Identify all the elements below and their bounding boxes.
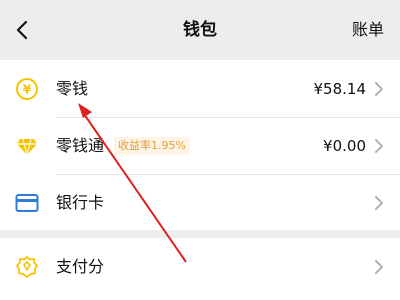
row-change[interactable]: ¥ 零钱 ¥58.14 <box>0 60 400 117</box>
chevron-right-icon <box>374 195 384 211</box>
row-change-pass[interactable]: 零钱通 收益率1.95% ¥0.00 <box>0 117 400 174</box>
row-label: 银行卡 <box>56 192 105 212</box>
row-pay-score[interactable]: 支付分 <box>0 238 400 295</box>
svg-text:¥: ¥ <box>23 82 32 96</box>
bill-button[interactable]: 账单 <box>352 0 384 60</box>
badge-score-icon <box>14 254 40 280</box>
wallet-screen: 钱包 账单 ¥ 零钱 ¥58.14 零钱通 收益率1.95% ¥0.00 银行卡… <box>0 0 400 300</box>
row-label: 零钱通 <box>56 135 105 155</box>
bank-card-icon <box>14 190 40 216</box>
wallet-group-main: ¥ 零钱 ¥58.14 零钱通 收益率1.95% ¥0.00 银行卡 <box>0 60 400 230</box>
top-navbar: 钱包 账单 <box>0 0 400 60</box>
chevron-right-icon <box>374 259 384 275</box>
wallet-group-score: 支付分 <box>0 238 400 300</box>
row-bank-card[interactable]: 银行卡 <box>0 174 400 231</box>
chevron-right-icon <box>374 138 384 154</box>
row-label: 支付分 <box>56 256 105 276</box>
chevron-right-icon <box>374 81 384 97</box>
row-label: 零钱 <box>56 78 89 98</box>
page-title: 钱包 <box>183 20 217 40</box>
row-value: ¥0.00 <box>323 136 366 155</box>
yuan-coin-icon: ¥ <box>14 76 40 102</box>
row-value: ¥58.14 <box>313 79 367 98</box>
diamond-icon <box>14 133 40 159</box>
yield-badge: 收益率1.95% <box>114 136 190 155</box>
